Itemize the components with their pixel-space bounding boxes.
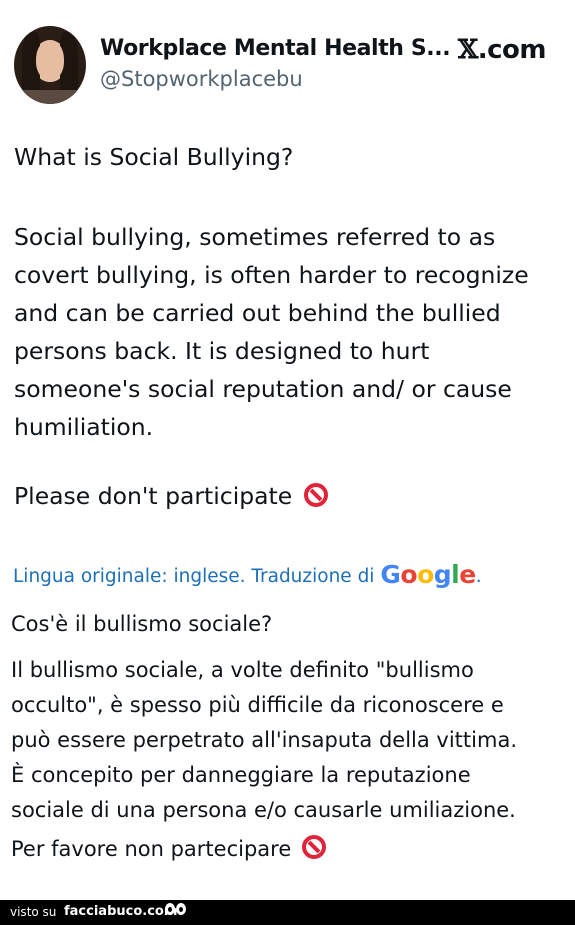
translation-notice-text: Lingua originale: inglese. Traduzione di	[13, 566, 375, 587]
author-name[interactable]: Workplace Mental Health S...	[100, 36, 451, 61]
paragraph-line: someone's social reputation and/ or caus…	[14, 375, 512, 403]
eyes-icon	[165, 903, 187, 917]
avatar-face	[36, 40, 64, 80]
watermark-bar: visto su facciabuco.com	[0, 900, 575, 925]
tweet-question: What is Social Bullying?	[14, 143, 294, 171]
translation-notice[interactable]: Lingua originale: inglese. Traduzione di…	[13, 560, 482, 589]
translation-trailing: .	[475, 566, 482, 587]
eye-left	[165, 903, 175, 915]
avatar-shirt	[14, 90, 86, 104]
x-com-logo: 𝕏.com	[458, 35, 546, 65]
watermark-seen-on: visto su	[10, 905, 57, 919]
author-handle[interactable]: @Stopworkplacebu	[100, 67, 303, 91]
translated-question: Cos'è il bullismo sociale?	[11, 612, 273, 636]
translated-line: sociale di una persona e/o causarle umil…	[11, 798, 516, 822]
translated-line: Il bullismo sociale, a volte definito "b…	[11, 658, 474, 682]
translated-closing-text: Per favore non partecipare	[11, 837, 292, 861]
paragraph-line: humiliation.	[14, 413, 154, 441]
paragraph-line: covert bullying, is often harder to reco…	[14, 261, 529, 289]
translated-line: può essere perpetrato all'insaputa della…	[11, 728, 517, 752]
translated-paragraph: Il bullismo sociale, a volte definito "b…	[11, 653, 517, 828]
paragraph-line: Social bullying, sometimes referred to a…	[14, 223, 496, 251]
paragraph-line: persons back. It is designed to hurt	[14, 337, 430, 365]
tweet-closing: Please don't participate	[14, 482, 328, 510]
profile-avatar[interactable]	[14, 26, 86, 104]
translated-line: È concepito per danneggiare la reputazio…	[11, 763, 471, 787]
x-logo-icon: 𝕏	[458, 35, 478, 65]
translated-line: occulto", è spesso più difficile da rico…	[11, 693, 504, 717]
no-entry-icon	[301, 835, 326, 859]
closing-text: Please don't participate	[14, 482, 293, 510]
google-logo: Google	[380, 560, 476, 589]
eye-right	[176, 903, 186, 915]
paragraph-line: and can be carried out behind the bullie…	[14, 299, 501, 327]
x-logo-suffix: .com	[477, 35, 547, 65]
no-entry-icon	[303, 483, 328, 507]
translated-closing: Per favore non partecipare	[11, 835, 326, 861]
tweet-paragraph: Social bullying, sometimes referred to a…	[14, 218, 569, 446]
watermark-brand: facciabuco.com	[64, 904, 178, 919]
